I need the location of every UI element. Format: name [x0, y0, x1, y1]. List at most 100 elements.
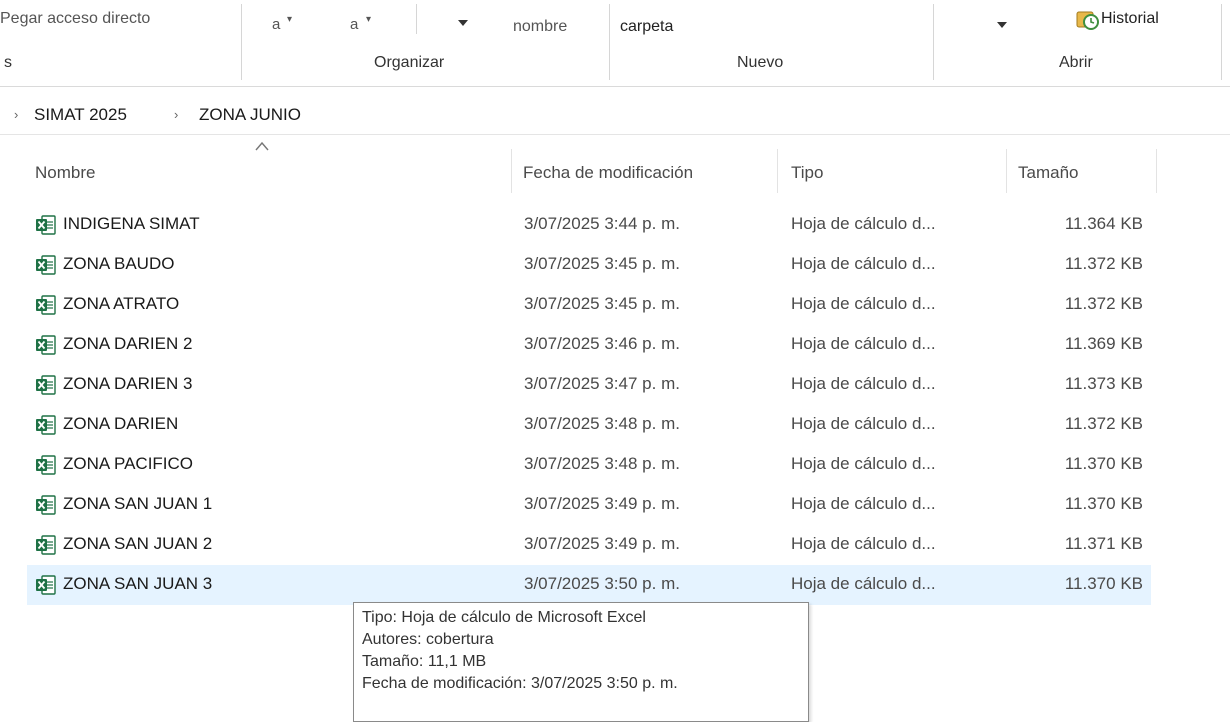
file-type: Hoja de cálculo d... — [791, 374, 936, 393]
history-button[interactable]: Historial — [1101, 10, 1159, 28]
file-info-tooltip: Tipo: Hoja de cálculo de Microsoft Excel… — [353, 602, 809, 722]
file-size: 11.373 KB — [1064, 374, 1143, 393]
excel-file-icon — [36, 215, 56, 235]
sort-ascending-icon — [255, 141, 269, 151]
column-header-type[interactable]: Tipo — [791, 163, 823, 183]
file-type: Hoja de cálculo d... — [791, 454, 936, 473]
dropdown-arrow-icon[interactable] — [458, 20, 468, 26]
paste-shortcut-button[interactable]: Pegar acceso directo — [0, 10, 150, 28]
file-modified: 3/07/2025 3:47 p. m. — [524, 374, 680, 393]
excel-file-icon — [36, 455, 56, 475]
file-row[interactable]: ZONA DARIEN 3/07/2025 3:48 p. m. Hoja de c… — [27, 405, 1151, 445]
excel-file-icon — [36, 295, 56, 315]
excel-file-icon — [36, 415, 56, 435]
file-name[interactable]: ZONA SAN JUAN 1 — [63, 494, 212, 514]
file-modified: 3/07/2025 3:49 p. m. — [524, 494, 680, 513]
column-header-modified[interactable]: Fecha de modificación — [523, 163, 693, 183]
file-row[interactable]: ZONA BAUDO 3/07/2025 3:45 p. m. Hoja de cá… — [27, 245, 1151, 285]
ribbon: Pegar acceso directo a ▾ a ▾ nombre carp… — [0, 0, 1230, 82]
ribbon-bottom-border — [0, 86, 1230, 87]
file-type: Hoja de cálculo d... — [791, 334, 936, 353]
file-modified: 3/07/2025 3:45 p. m. — [524, 294, 680, 313]
file-row[interactable]: ZONA PACIFICO 3/07/2025 3:48 p. m. Hoja de… — [27, 445, 1151, 485]
breadcrumb-item-simat-2025[interactable]: SIMAT 2025 — [34, 105, 127, 125]
file-row[interactable]: ZONA ATRATO 3/07/2025 3:45 p. m. Hoja de c… — [27, 285, 1151, 325]
file-size: 11.364 KB — [1064, 214, 1143, 233]
file-name[interactable]: ZONA ATRATO — [63, 294, 179, 314]
column-header-size[interactable]: Tamaño — [1018, 163, 1078, 183]
file-row[interactable]: ZONA DARIEN 3 3/07/2025 3:47 p. m. Hoja de… — [27, 365, 1151, 405]
chevron-right-icon[interactable]: › — [174, 107, 178, 122]
column-divider[interactable] — [777, 149, 778, 193]
chevron-right-icon[interactable]: › — [14, 107, 18, 122]
new-folder-label: nombre — [513, 18, 568, 35]
file-type: Hoja de cálculo d... — [791, 414, 936, 433]
file-modified: 3/07/2025 3:44 p. m. — [524, 214, 680, 233]
new-folder-button[interactable]: carpeta — [620, 18, 673, 36]
file-modified: 3/07/2025 3:45 p. m. — [524, 254, 680, 273]
address-bar[interactable]: › SIMAT 2025 › ZONA JUNIO — [0, 94, 1230, 135]
file-name[interactable]: ZONA SAN JUAN 3 — [63, 574, 212, 594]
file-size: 11.371 KB — [1064, 534, 1143, 553]
excel-file-icon — [36, 535, 56, 555]
file-size: 11.370 KB — [1064, 494, 1143, 513]
ribbon-separator — [609, 4, 610, 80]
file-size: 11.372 KB — [1064, 414, 1143, 433]
chevron-down-icon: ▾ — [287, 14, 293, 25]
file-type: Hoja de cálculo d... — [791, 534, 936, 553]
file-name[interactable]: ZONA BAUDO — [63, 254, 174, 274]
excel-file-icon — [36, 375, 56, 395]
file-type: Hoja de cálculo d... — [791, 294, 936, 313]
tooltip-modified: Fecha de modificación: 3/07/2025 3:50 p.… — [362, 675, 678, 692]
ribbon-separator — [416, 4, 417, 34]
tooltip-authors: Autores: cobertura — [362, 631, 494, 648]
column-divider[interactable] — [511, 149, 512, 193]
ribbon-separator — [241, 4, 242, 80]
excel-file-icon — [36, 255, 56, 275]
file-size: 11.369 KB — [1064, 334, 1143, 353]
file-modified: 3/07/2025 3:49 p. m. — [524, 534, 680, 553]
file-modified: 3/07/2025 3:50 p. m. — [524, 574, 680, 593]
copy-to-button[interactable]: a — [350, 16, 358, 33]
file-modified: 3/07/2025 3:48 p. m. — [524, 454, 680, 473]
file-name[interactable]: ZONA DARIEN — [63, 414, 178, 434]
file-row[interactable]: ZONA SAN JUAN 3 3/07/2025 3:50 p. m. Hoja … — [27, 565, 1151, 605]
column-header-name[interactable]: Nombre — [35, 163, 95, 183]
organize-group-label: Organizar — [374, 54, 445, 71]
file-name[interactable]: ZONA SAN JUAN 2 — [63, 534, 212, 554]
file-size: 11.372 KB — [1064, 254, 1143, 273]
file-size: 11.370 KB — [1064, 574, 1143, 593]
new-group-label: Nuevo — [737, 54, 784, 71]
file-name[interactable]: INDIGENA SIMAT — [63, 214, 200, 234]
file-row[interactable]: ZONA SAN JUAN 1 3/07/2025 3:49 p. m. Hoja … — [27, 485, 1151, 525]
tooltip-type: Tipo: Hoja de cálculo de Microsoft Excel — [362, 609, 646, 626]
move-to-button[interactable]: a — [272, 16, 280, 33]
file-name[interactable]: ZONA PACIFICO — [63, 454, 193, 474]
file-name[interactable]: ZONA DARIEN 3 — [63, 374, 192, 394]
column-divider[interactable] — [1006, 149, 1007, 193]
file-name[interactable]: ZONA DARIEN 2 — [63, 334, 192, 354]
history-icon — [1076, 11, 1099, 30]
file-size: 11.370 KB — [1064, 454, 1143, 473]
open-group-label: Abrir — [1059, 54, 1093, 71]
excel-file-icon — [36, 575, 56, 595]
chevron-down-icon: ▾ — [366, 14, 372, 25]
file-modified: 3/07/2025 3:46 p. m. — [524, 334, 680, 353]
column-divider[interactable] — [1156, 149, 1157, 193]
tooltip-size: Tamaño: 11,1 MB — [362, 653, 487, 670]
clipboard-group-label: s — [4, 54, 12, 71]
file-modified: 3/07/2025 3:48 p. m. — [524, 414, 680, 433]
excel-file-icon — [36, 495, 56, 515]
ribbon-separator — [933, 4, 934, 80]
dropdown-arrow-icon[interactable] — [997, 22, 1007, 28]
file-type: Hoja de cálculo d... — [791, 214, 936, 233]
file-row[interactable]: ZONA DARIEN 2 3/07/2025 3:46 p. m. Hoja de… — [27, 325, 1151, 365]
ribbon-separator — [1221, 4, 1222, 80]
file-row[interactable]: INDIGENA SIMAT 3/07/2025 3:44 p. m. Hoja d… — [27, 205, 1151, 245]
file-type: Hoja de cálculo d... — [791, 494, 936, 513]
excel-file-icon — [36, 335, 56, 355]
file-size: 11.372 KB — [1064, 294, 1143, 313]
file-row[interactable]: ZONA SAN JUAN 2 3/07/2025 3:49 p. m. Hoja … — [27, 525, 1151, 565]
file-type: Hoja de cálculo d... — [791, 574, 936, 593]
breadcrumb-item-zona-junio[interactable]: ZONA JUNIO — [199, 105, 301, 125]
